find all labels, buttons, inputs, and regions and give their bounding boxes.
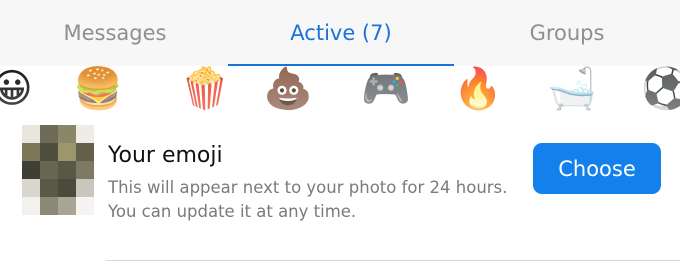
video-game-controller-icon[interactable]: 🎮 [358,66,414,112]
tab-bar: Messages Active (7) Groups [0,0,680,67]
grinning-face-icon[interactable]: 😀 [0,66,40,112]
tab-messages[interactable]: Messages [2,0,228,66]
emoji-strip: 😀 🍔 🍿 💩 🎮 🔥 🛁 ⚽ [0,66,680,116]
status-title: Your emoji [108,143,223,168]
tab-active[interactable]: Active (7) [228,0,454,66]
divider [106,260,680,261]
avatar [22,125,94,215]
hamburger-icon[interactable]: 🍔 [70,66,126,112]
soccer-ball-icon[interactable]: ⚽ [638,66,680,112]
tab-groups[interactable]: Groups [454,0,680,66]
popcorn-icon[interactable]: 🍿 [177,66,233,112]
choose-button[interactable]: Choose [533,143,661,194]
fire-icon[interactable]: 🔥 [450,66,506,112]
bathtub-icon[interactable]: 🛁 [544,66,600,112]
status-description: This will appear next to your photo for … [108,178,508,221]
pile-of-poo-icon[interactable]: 💩 [260,66,316,112]
